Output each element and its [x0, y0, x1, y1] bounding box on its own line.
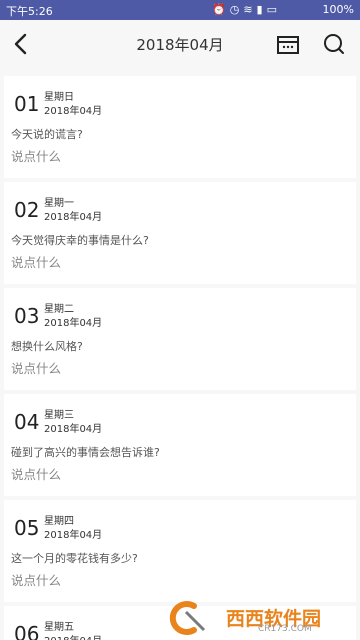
entry-date: 2018年04月	[44, 318, 103, 329]
entry-question: 碰到了高兴的事情会想告诉谁?	[11, 446, 160, 459]
entry-question: 今天说的谎言?	[11, 128, 83, 141]
watermark-sub: CR173.COM	[258, 624, 312, 634]
entry-day: 05	[14, 516, 40, 540]
entry-day: 02	[14, 198, 40, 222]
entry-question: 这一个月的零花钱有多少?	[11, 552, 138, 565]
entry-weekday: 星期日	[44, 92, 74, 103]
entry-card[interactable]: 05 星期四 2018年04月 这一个月的零花钱有多少? 说点什么	[4, 500, 356, 602]
entry-day: 04	[14, 410, 40, 434]
entry-weekday: 星期五	[44, 622, 74, 633]
wifi-icon: ≋	[243, 3, 257, 16]
entry-date: 2018年04月	[44, 424, 103, 435]
status-time: 下午5:26	[6, 5, 53, 18]
search-icon[interactable]	[322, 32, 346, 56]
entry-card[interactable]: 01 星期日 2018年04月 今天说的谎言? 说点什么	[4, 76, 356, 178]
entry-weekday: 星期三	[44, 410, 74, 421]
entry-weekday: 星期四	[44, 516, 74, 527]
page-title: 2018年04月	[136, 36, 224, 54]
status-bar: 下午5:26 ⏰◷≋▮▭ 100%	[0, 0, 360, 20]
battery-icon: ▭	[266, 3, 281, 16]
entry-question: 今天觉得庆幸的事情是什么?	[11, 234, 149, 247]
entry-card[interactable]: 04 星期三 2018年04月 碰到了高兴的事情会想告诉谁? 说点什么	[4, 394, 356, 496]
alarm-icon: ⏰	[212, 3, 230, 16]
entry-card[interactable]: 02 星期一 2018年04月 今天觉得庆幸的事情是什么? 说点什么	[4, 182, 356, 284]
entry-weekday: 星期二	[44, 304, 74, 315]
entry-input[interactable]: 说点什么	[11, 146, 61, 165]
entry-input[interactable]: 说点什么	[11, 570, 61, 589]
entry-input[interactable]: 说点什么	[11, 358, 61, 377]
app-bar: 2018年04月	[0, 20, 360, 70]
signal-icon: ▮	[256, 3, 267, 16]
entry-date: 2018年04月	[44, 530, 103, 541]
entry-date: 2018年04月	[44, 632, 102, 640]
entry-day: 03	[14, 304, 40, 328]
entry-day: 01	[14, 92, 40, 116]
watermark-logo: 西西软件园 CR173.COM	[164, 600, 354, 636]
entry-weekday: 星期一	[44, 198, 74, 209]
entry-date: 2018年04月	[44, 106, 103, 117]
calendar-icon[interactable]	[276, 33, 300, 57]
entry-question: 想换什么风格?	[11, 340, 83, 353]
status-icons: ⏰◷≋▮▭	[212, 3, 281, 16]
logo-mark-icon	[169, 601, 206, 635]
entry-card[interactable]: 03 星期二 2018年04月 想换什么风格? 说点什么	[4, 288, 356, 390]
entry-input[interactable]: 说点什么	[11, 464, 61, 483]
clock-icon: ◷	[229, 3, 244, 16]
entry-date: 2018年04月	[44, 212, 103, 223]
entry-day: 06	[14, 622, 40, 640]
battery-level: 100%	[322, 3, 354, 16]
entry-input[interactable]: 说点什么	[11, 252, 61, 271]
